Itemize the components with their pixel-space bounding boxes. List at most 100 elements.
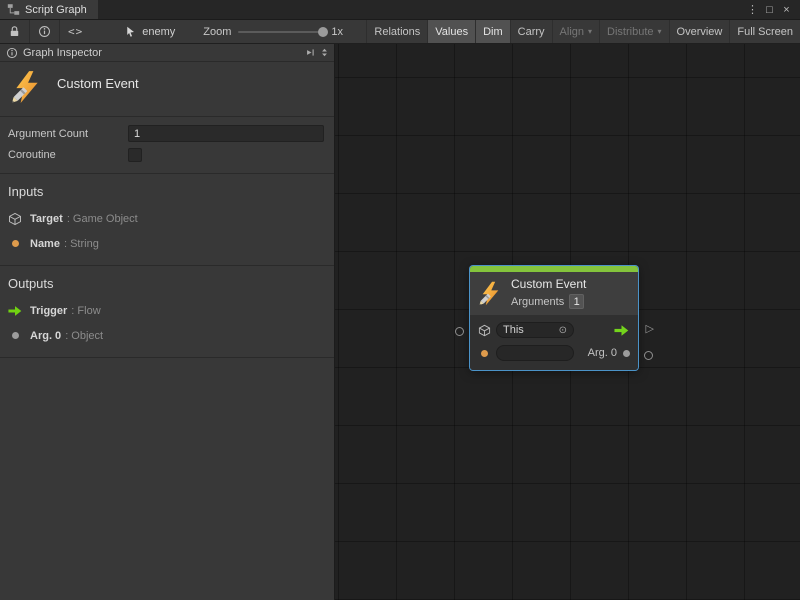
values-label: Values [435,26,468,38]
graph-inspector-header: Graph Inspector [0,44,334,62]
overview-button[interactable]: Overview [669,20,730,43]
window-controls: ⋮ □ × [744,0,800,19]
node-arguments-row: Arguments 1 [511,294,586,309]
script-graph-icon [7,3,20,16]
coroutine-checkbox[interactable] [128,148,142,162]
carry-button[interactable]: Carry [510,20,552,43]
dim-button[interactable]: Dim [475,20,510,43]
port-type: : Game Object [67,213,138,225]
inspector-header-actions [305,47,330,58]
node-header-text: Custom Event Arguments 1 [511,277,586,309]
chevron-down-icon: ▾ [588,27,592,36]
graph-canvas[interactable]: Custom Event Arguments 1 This ⊙ [335,44,800,600]
values-button[interactable]: Values [427,20,475,43]
spinner-icon[interactable] [319,47,330,58]
arg0-output-port[interactable] [644,351,653,360]
name-row: Arg. 0 [478,344,630,362]
target-row: This ⊙ [478,321,630,339]
toolbar-buttons: Relations Values Dim Carry Align ▾ Distr… [366,20,800,43]
chevron-down-icon: ▾ [658,27,662,36]
flow-arrow-icon [8,304,22,318]
port-name: Target [30,213,63,225]
custom-event-node[interactable]: Custom Event Arguments 1 This ⊙ [470,266,638,370]
align-label: Align [560,26,584,38]
port-type: : Object [65,330,103,342]
coroutine-label: Coroutine [8,149,128,161]
node-title: Custom Event [511,277,586,291]
port-type: : Flow [71,305,100,317]
trigger-flow-icon [613,323,630,338]
relations-label: Relations [374,26,420,38]
overview-label: Overview [677,26,723,38]
inspector-toggle-button[interactable] [30,20,59,43]
node-body: This ⊙ Arg. 0 [470,315,638,370]
port-name: Trigger [30,305,67,317]
custom-event-icon [10,70,44,104]
graph-name: enemy [142,26,175,38]
arguments-label: Arguments [511,296,564,308]
close-icon[interactable]: × [778,0,795,20]
port-name: Name [30,238,60,250]
input-port-item: Target : Game Object [8,211,324,226]
port-name: Arg. 0 [30,330,61,342]
target-input-port[interactable] [455,327,464,336]
output-port-item: Trigger : Flow [8,303,324,318]
event-header: Custom Event [0,62,334,117]
full-screen-label: Full Screen [737,26,793,38]
zoom-label: Zoom [203,26,231,38]
custom-event-icon [478,281,503,306]
info-icon [6,47,18,59]
window-tab-bar: Script Graph ⋮ □ × [0,0,800,20]
lock-button[interactable] [0,20,29,43]
event-settings: Argument Count Coroutine [0,117,334,174]
inspector-title: Graph Inspector [23,47,102,59]
inspector-empty-area [0,358,334,600]
argument-count-row: Argument Count [8,123,324,144]
info-icon [38,25,51,38]
code-icon: <> [68,25,83,38]
trigger-output-port[interactable]: ▷ [646,323,654,335]
object-port-icon [8,329,22,343]
dim-label: Dim [483,26,503,38]
cursor-icon [125,26,137,38]
input-port-item: Name : String [8,236,324,251]
zoom-control: Zoom 1x [203,20,343,43]
object-port-icon [623,350,630,357]
window-menu-icon[interactable]: ⋮ [744,0,761,20]
zoom-slider[interactable] [238,31,324,33]
arg0-label: Arg. 0 [588,347,617,359]
outputs-section: Outputs Trigger : Flow Arg. 0 : Object [0,266,334,358]
argument-count-input[interactable] [128,125,324,142]
target-value: This [503,324,524,336]
coroutine-row: Coroutine [8,144,324,165]
carry-label: Carry [518,26,545,38]
align-button[interactable]: Align ▾ [552,20,599,43]
inputs-title: Inputs [8,184,324,199]
output-port-item: Arg. 0 : Object [8,328,324,343]
port-type: : String [64,238,99,250]
dock-icon[interactable] [305,47,316,58]
graph-reference[interactable]: enemy [125,20,175,43]
lock-icon [8,25,21,38]
full-screen-button[interactable]: Full Screen [729,20,800,43]
relations-button[interactable]: Relations [366,20,427,43]
code-view-button[interactable]: <> [60,20,91,43]
outputs-title: Outputs [8,276,324,291]
argument-count-label: Argument Count [8,128,128,140]
tab-title: Script Graph [25,4,87,16]
arguments-count-badge[interactable]: 1 [569,294,584,309]
script-graph-window: Script Graph ⋮ □ × <> enemy Zoom 1 [0,0,800,600]
zoom-slider-handle[interactable] [318,27,328,37]
graph-inspector-panel: Graph Inspector Custom Event Argument Co… [0,44,335,600]
zoom-value: 1x [331,26,343,38]
string-port-icon [478,346,491,360]
distribute-button[interactable]: Distribute ▾ [599,20,668,43]
cube-icon [478,323,491,337]
target-dropdown[interactable]: This ⊙ [496,322,574,338]
maximize-icon[interactable]: □ [761,0,778,20]
event-name-input[interactable] [496,345,574,361]
inputs-section: Inputs Target : Game Object Name : Strin… [0,174,334,266]
tab-script-graph[interactable]: Script Graph [0,0,98,19]
node-header: Custom Event Arguments 1 [470,272,638,315]
object-picker-icon[interactable]: ⊙ [559,325,567,336]
